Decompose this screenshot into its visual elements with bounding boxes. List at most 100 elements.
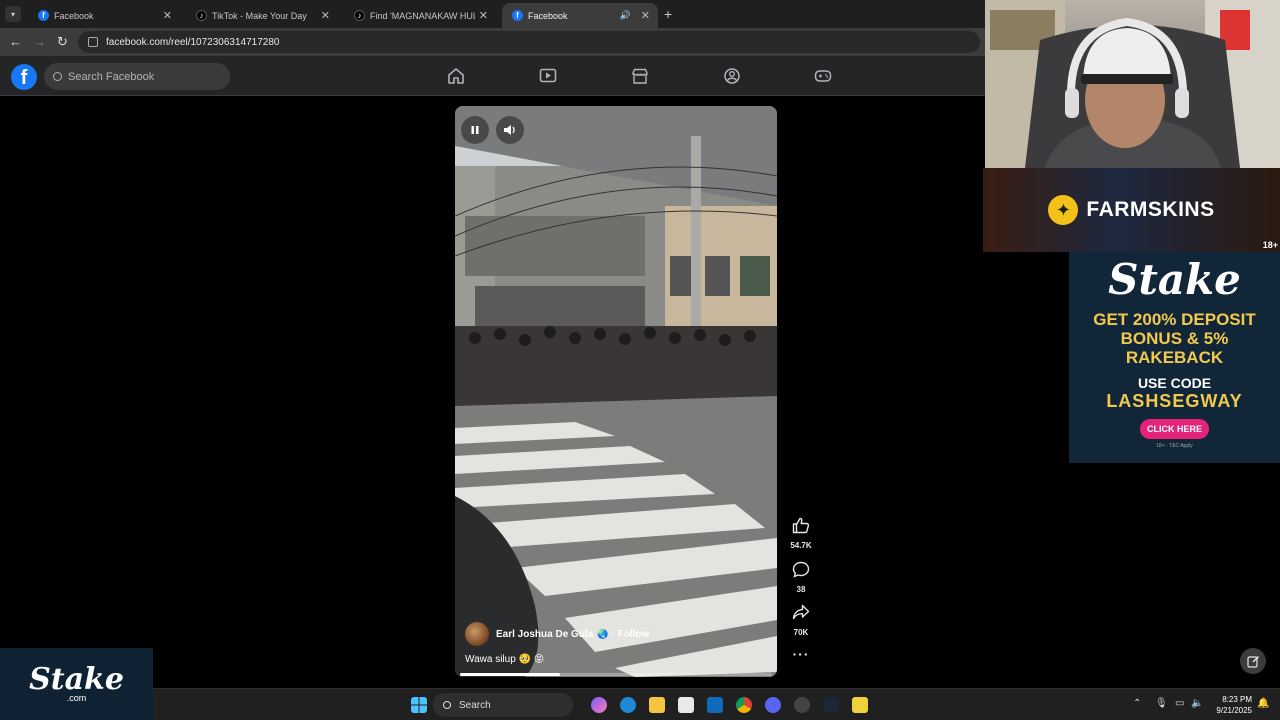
facebook-search-input[interactable]: Search Facebook [44,63,230,90]
stake-offer-line-3: RAKEBACK [1125,348,1224,367]
age-badge: 18+ [1262,240,1278,250]
new-tab-icon[interactable]: + [664,6,672,22]
tab-tiktok-search[interactable]: ♪ Find 'MAGNANAKAW HULI' on ✕ [344,3,496,28]
url-text: facebook.com/reel/1072306314717280 [106,36,280,48]
pause-button[interactable] [461,116,489,144]
farmskins-name: FARMSKINS [1086,198,1215,221]
tab-search-dropdown-icon[interactable]: ▾ [5,6,21,22]
pause-icon [471,126,479,134]
steam-icon[interactable] [823,697,839,713]
globe-icon: 🌏 [597,628,609,639]
facebook-icon: f [512,10,523,21]
video-icon[interactable] [539,68,557,84]
like-count: 54.7K [790,541,812,550]
stake-corner-logo: Stake .com [0,648,153,720]
discord-icon[interactable] [765,697,781,713]
groups-icon[interactable] [723,68,741,84]
address-bar[interactable]: facebook.com/reel/1072306314717280 [78,31,980,53]
close-tab-icon[interactable]: ✕ [641,9,650,22]
tab-title: TikTok - Make Your Day [212,10,307,21]
chrome-icon[interactable] [736,697,752,713]
app-icon[interactable] [852,697,868,713]
gaming-icon[interactable] [814,68,832,84]
microphone-icon[interactable]: 🎙 [1155,698,1168,709]
search-placeholder: Search Facebook [68,70,155,83]
taskbar-clock[interactable]: 8:23 PM 9/21/2025 [1210,694,1252,716]
marketplace-icon[interactable] [631,68,649,84]
stake-brand: Stake [1108,255,1241,304]
webcam-feed-image [985,0,1280,168]
author-avatar[interactable] [465,622,489,646]
tab-title: Find 'MAGNANAKAW HULI' on [370,10,475,21]
comment-icon [792,561,810,578]
tab-title: Facebook [54,10,94,21]
copilot-icon[interactable] [591,697,607,713]
chevron-up-icon[interactable]: ⌃ [1133,698,1141,709]
thumbs-up-icon [792,517,810,534]
follow-button[interactable]: · Follow [611,629,649,640]
tab-facebook-active[interactable]: f Facebook 🔊 ✕ [502,3,658,28]
reel-progress-bar[interactable] [460,673,772,676]
obs-icon[interactable] [794,697,810,713]
close-tab-icon[interactable]: ✕ [321,9,330,22]
new-message-button[interactable] [1240,648,1266,674]
close-tab-icon[interactable]: ✕ [163,9,172,22]
reel-author[interactable]: Earl Joshua De Gula 🌏 · Follow [465,622,649,646]
stake-offer-line-2: BONUS & 5% [1120,329,1229,348]
browser-tab-strip: ▾ f Facebook ✕ ♪ TikTok - Make Your Day … [0,0,985,28]
author-name[interactable]: Earl Joshua De Gula [496,629,593,640]
stake-corner-brand: Stake [29,662,124,697]
site-info-icon[interactable] [88,37,98,47]
more-options-icon[interactable]: ··· [786,646,816,662]
stake-use-code-label: USE CODE [1137,375,1212,391]
compose-icon [1246,655,1259,668]
like-button[interactable]: 54.7K [786,517,816,550]
clock-date: 9/21/2025 [1216,706,1252,715]
store-icon[interactable] [678,697,694,713]
facebook-header: f Search Facebook [0,56,985,96]
tab-facebook-1[interactable]: f Facebook ✕ [28,3,180,28]
taskbar-search[interactable]: Search [433,693,573,717]
facebook-icon: f [38,10,49,21]
reel-video-player[interactable]: Earl Joshua De Gula 🌏 · Follow Wawa silu… [455,106,777,677]
back-arrow-icon[interactable]: ← [9,34,22,49]
webcam-overlay [985,0,1280,168]
tab-tiktok[interactable]: ♪ TikTok - Make Your Day ✕ [186,3,338,28]
mute-button[interactable] [496,116,524,144]
stake-click-here-button: CLICK HERE [1139,419,1209,439]
speaker-icon[interactable]: 🔈 [1191,698,1203,709]
search-icon [53,72,62,81]
network-icon[interactable]: ▭ [1175,698,1184,709]
outlook-icon[interactable] [707,697,723,713]
reel-progress-fill [460,673,560,676]
volume-icon [504,125,515,135]
share-button[interactable]: 70K [786,604,816,637]
speaker-icon[interactable]: 🔊 [620,10,631,21]
reel-video-frame [455,106,777,677]
windows-start-icon[interactable] [411,697,427,713]
search-icon [443,701,451,709]
comment-button[interactable]: 38 [786,561,816,594]
reload-icon[interactable]: ↻ [57,34,68,50]
notification-icon[interactable]: 🔔 [1257,698,1269,709]
home-icon[interactable] [447,68,465,84]
file-explorer-icon[interactable] [649,697,665,713]
share-count: 70K [793,628,809,637]
tiktok-icon: ♪ [354,10,365,21]
reel-caption: Wawa silup 🥺 😝 [465,654,545,665]
taskbar-search-label: Search [459,699,491,711]
windows-taskbar: Search ⌃ 🎙 ▭ 🔈 8:23 PM 9/21/2025 🔔 [153,688,1280,720]
close-tab-icon[interactable]: ✕ [479,9,488,22]
stake-promo-code: LASHSEGWAY [1106,391,1243,411]
facebook-logo-icon[interactable]: f [11,64,37,90]
stake-corner-tld: .com [66,693,87,703]
stake-offer-line-1: GET 200% DEPOSIT [1093,310,1256,329]
comment-count: 38 [796,585,806,594]
stake-ad: Stake GET 200% DEPOSIT BONUS & 5% RAKEBA… [1069,252,1280,463]
tiktok-icon: ♪ [196,10,207,21]
forward-arrow-icon[interactable]: → [33,34,46,49]
tab-title: Facebook [528,10,568,21]
share-icon [792,604,810,620]
edge-icon[interactable] [620,697,636,713]
farmskins-banner: ✦ FARMSKINS 18+ [983,168,1280,252]
